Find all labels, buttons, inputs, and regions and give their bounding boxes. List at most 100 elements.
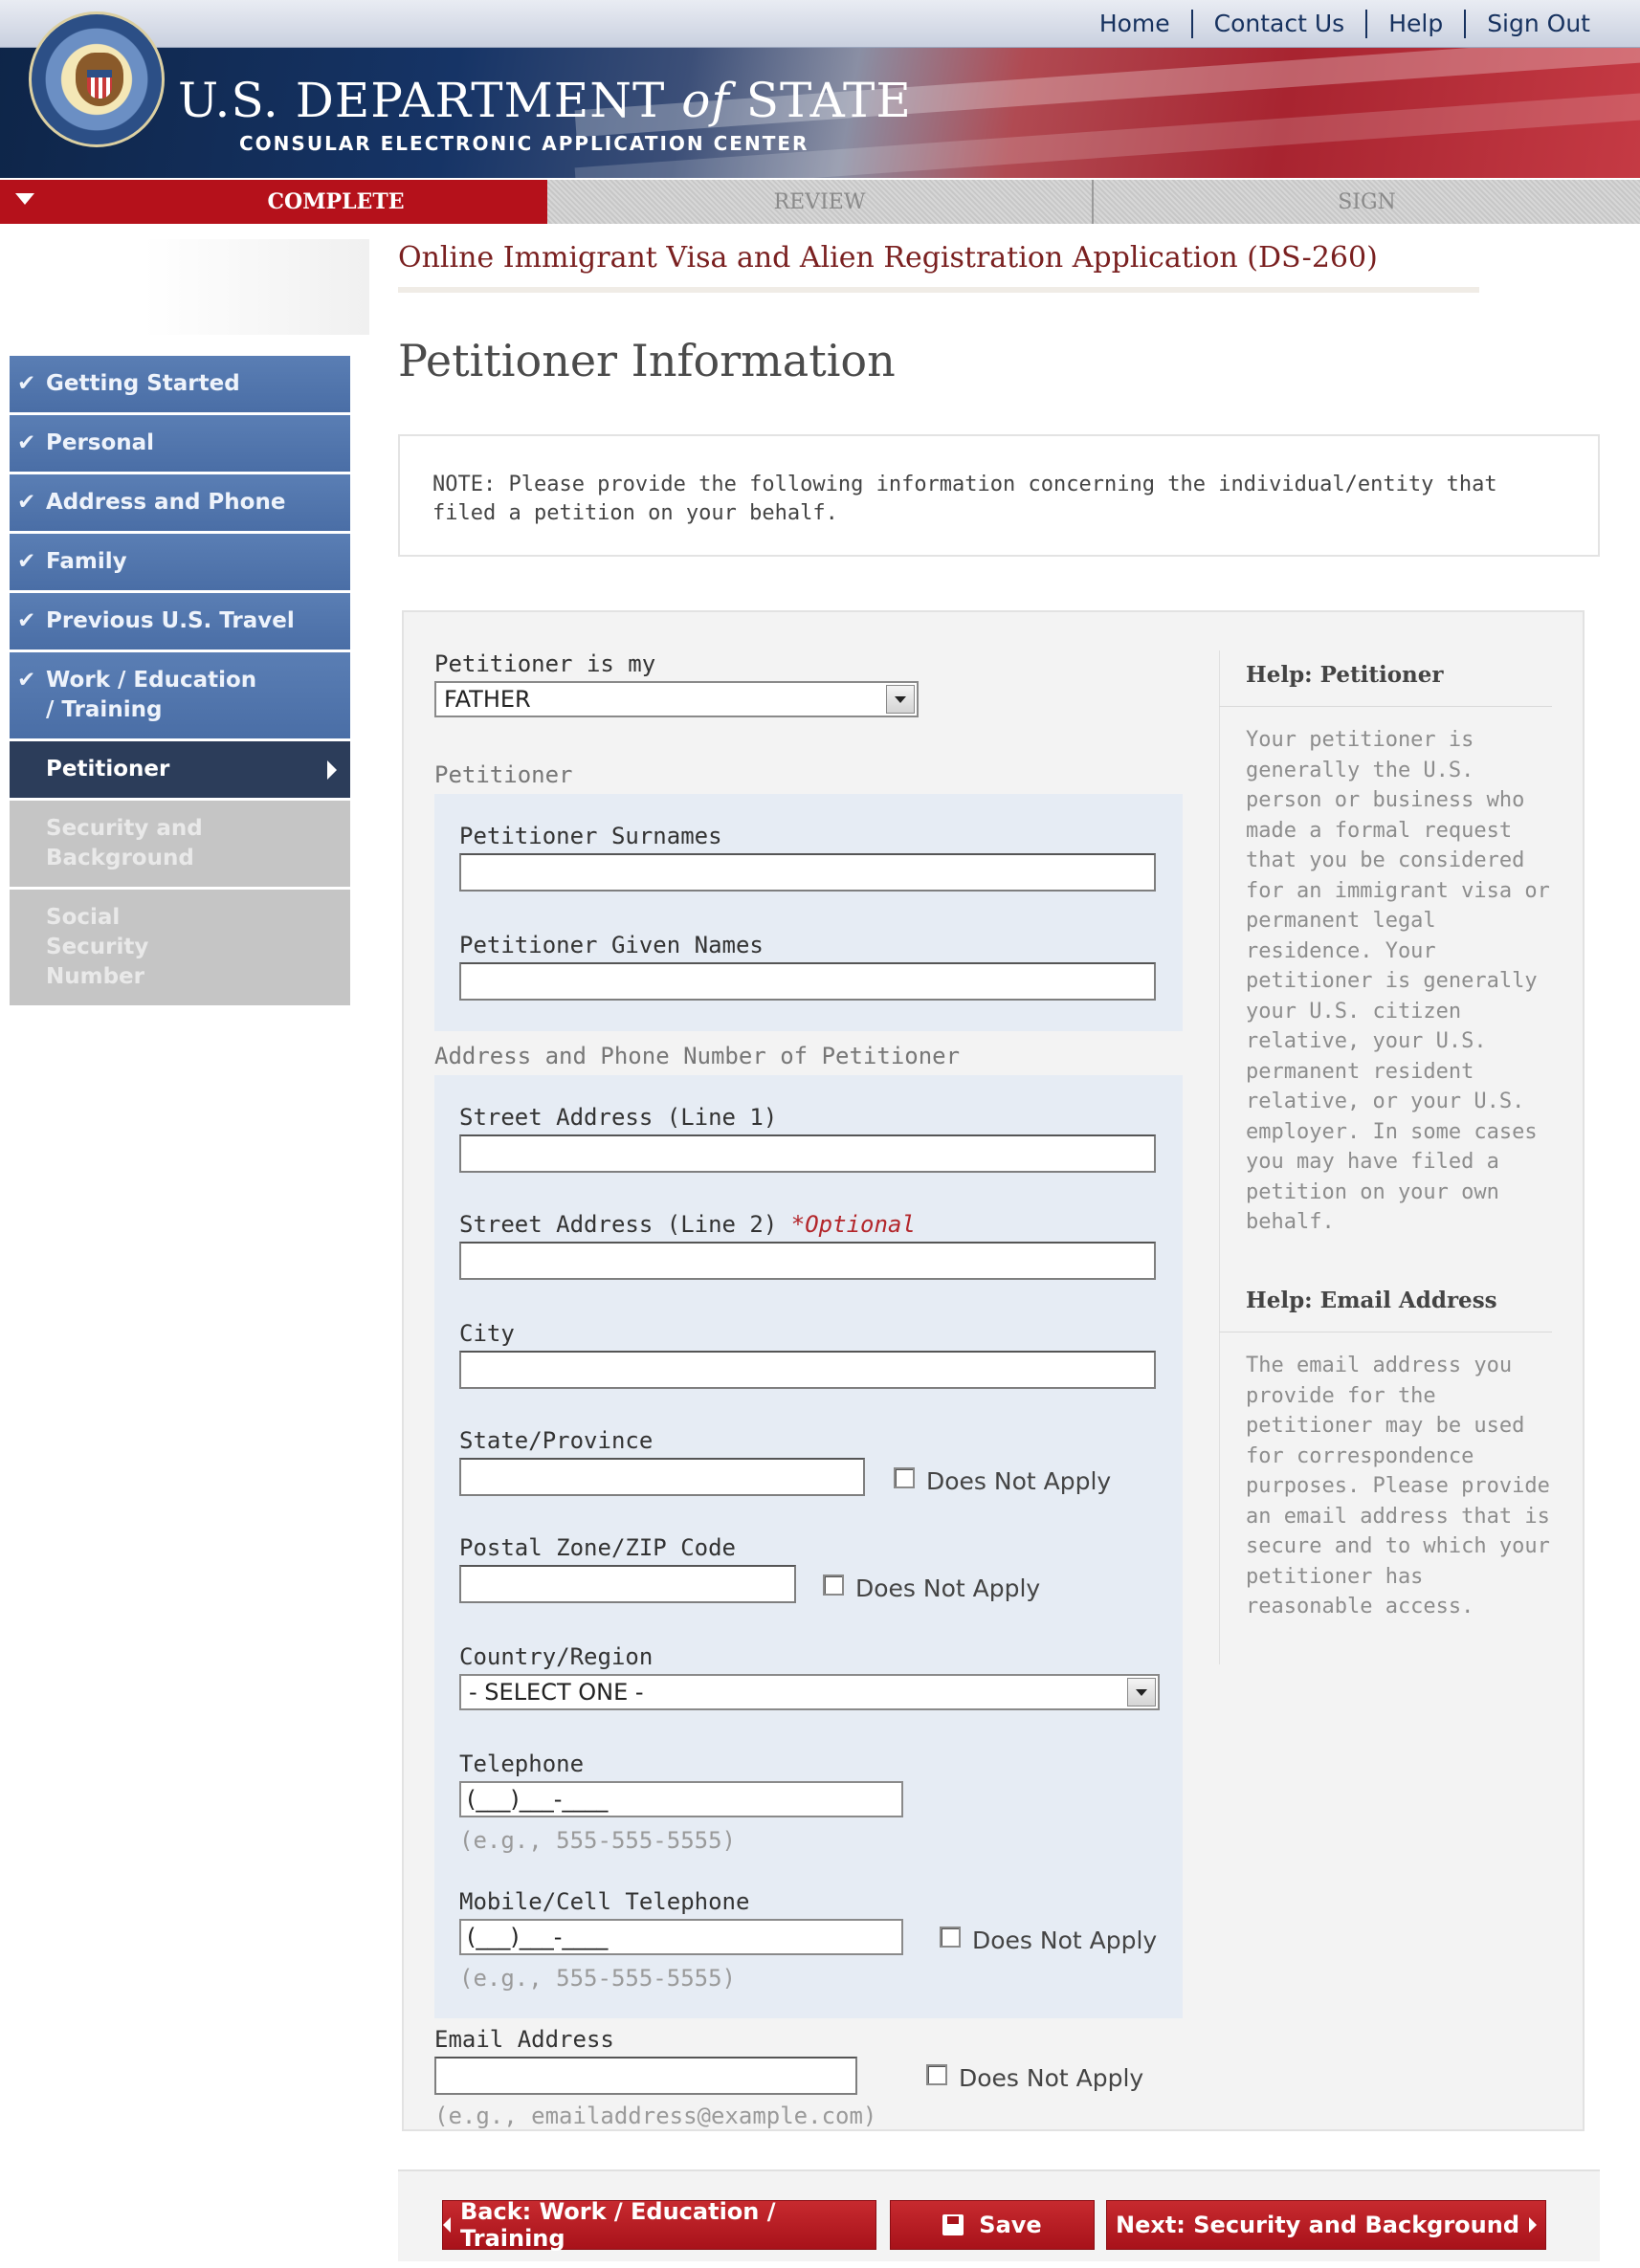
telephone-label: Telephone	[459, 1751, 585, 1777]
dropdown-arrow-icon	[886, 685, 915, 714]
sidebar-item-family[interactable]: ✔ Family	[10, 534, 350, 593]
step-review-label: REVIEW	[773, 189, 866, 214]
step-sign-label: SIGN	[1338, 189, 1396, 214]
check-icon: ✔	[17, 608, 36, 633]
sidebar-item-label: Family	[46, 549, 127, 574]
state-does-not-apply-checkbox[interactable]	[894, 1467, 915, 1488]
back-button[interactable]: Back: Work / Education / Training	[442, 2198, 876, 2252]
street1-input[interactable]	[459, 1134, 1156, 1173]
brand-subtitle: CONSULAR ELECTRONIC APPLICATION CENTER	[239, 132, 809, 155]
street1-label: Street Address (Line 1)	[459, 1104, 778, 1131]
country-select[interactable]: - SELECT ONE -	[459, 1674, 1160, 1710]
sidebar-item-label: Address and Phone	[46, 490, 286, 515]
caret-right-icon	[327, 760, 337, 780]
email-does-not-apply-label: Does Not Apply	[959, 2064, 1144, 2092]
help-divider	[1219, 650, 1220, 1664]
section-petitioner-heading: Petitioner	[434, 761, 573, 788]
surnames-input[interactable]	[459, 853, 1156, 892]
zip-does-not-apply-label: Does Not Apply	[855, 1574, 1041, 1602]
city-input[interactable]	[459, 1351, 1156, 1389]
street2-label: Street Address (Line 2) *Optional	[459, 1211, 916, 1238]
save-button[interactable]: Save	[890, 2200, 1095, 2250]
mobile-label: Mobile/Cell Telephone	[459, 1888, 750, 1915]
caret-right-icon	[1529, 2217, 1538, 2233]
help-petitioner-text: Your petitioner is generally the U.S. pe…	[1246, 728, 1550, 1234]
mobile-input[interactable]: (___)___-____	[459, 1919, 903, 1955]
step-review[interactable]: REVIEW	[547, 180, 1094, 224]
sidebar-item-personal[interactable]: ✔ Personal	[10, 415, 350, 474]
petitioner-relationship-select[interactable]: FATHER	[434, 681, 919, 717]
sign-out-link[interactable]: Sign Out	[1464, 10, 1611, 38]
telephone-input[interactable]: (___)___-____	[459, 1781, 903, 1817]
optional-marker: *Optional	[790, 1211, 916, 1238]
sidebar-item-petitioner[interactable]: Petitioner	[10, 741, 350, 801]
sidebar-item-label: Social Security Number	[46, 905, 149, 989]
check-icon: ✔	[17, 549, 36, 574]
sidebar-item-label: Petitioner	[46, 757, 170, 782]
street2-input[interactable]	[459, 1242, 1156, 1280]
surnames-label: Petitioner Surnames	[459, 823, 722, 849]
step-sign[interactable]: SIGN	[1094, 180, 1640, 224]
check-icon: ✔	[17, 668, 36, 693]
brand-title: U.S. DEPARTMENT of STATE	[178, 73, 912, 128]
telephone-example: (e.g., 555-555-5555)	[459, 1827, 736, 1854]
sidebar-nav: ✔ Getting Started ✔ Personal ✔ Address a…	[10, 356, 350, 1008]
sidebar-item-work-education-training[interactable]: ✔ Work / Education / Training	[10, 652, 350, 741]
help-rule	[1219, 706, 1552, 707]
sidebar-item-getting-started[interactable]: ✔ Getting Started	[10, 356, 350, 415]
mobile-does-not-apply-label: Does Not Apply	[972, 1927, 1158, 1954]
page-title: Petitioner Information	[398, 335, 896, 386]
mobile-does-not-apply-checkbox[interactable]	[940, 1927, 961, 1948]
dropdown-arrow-icon	[1127, 1678, 1156, 1707]
help-email-text: The email address you provide for the pe…	[1246, 1354, 1550, 1618]
contact-us-link[interactable]: Contact Us	[1190, 10, 1366, 38]
zip-label: Postal Zone/ZIP Code	[459, 1534, 736, 1561]
city-label: City	[459, 1320, 515, 1347]
given-names-input[interactable]	[459, 962, 1156, 1001]
help-link[interactable]: Help	[1365, 10, 1464, 38]
caret-down-icon	[15, 193, 34, 205]
caret-left-icon	[443, 2217, 451, 2233]
help-email-title: Help: Email Address	[1246, 1288, 1497, 1313]
floppy-disk-icon	[942, 2214, 964, 2235]
sidebar-item-label: Getting Started	[46, 371, 240, 396]
sidebar-item-social-security-number: Social Security Number	[10, 890, 350, 1008]
petitioner-relationship-label: Petitioner is my	[434, 650, 656, 677]
save-button-label: Save	[979, 2212, 1042, 2238]
sidebar-item-address-and-phone[interactable]: ✔ Address and Phone	[10, 474, 350, 534]
application-title: Online Immigrant Visa and Alien Registra…	[398, 241, 1479, 293]
progress-steps: COMPLETE REVIEW SIGN	[0, 180, 1640, 224]
check-icon: ✔	[17, 371, 36, 396]
sidebar-shade	[144, 239, 369, 335]
shield-icon	[87, 70, 112, 99]
next-button-label: Next: Security and Background	[1115, 2212, 1520, 2238]
department-seal-icon	[29, 11, 165, 147]
sidebar-item-previous-us-travel[interactable]: ✔ Previous U.S. Travel	[10, 593, 350, 652]
email-does-not-apply-checkbox[interactable]	[926, 2064, 947, 2085]
email-label: Email Address	[434, 2026, 614, 2053]
check-icon: ✔	[17, 430, 36, 455]
check-icon: ✔	[17, 490, 36, 515]
home-link[interactable]: Home	[1078, 10, 1191, 38]
email-input[interactable]	[434, 2057, 857, 2095]
sidebar-item-label: Work / Education / Training	[46, 668, 257, 722]
given-names-label: Petitioner Given Names	[459, 932, 764, 958]
zip-does-not-apply-checkbox[interactable]	[823, 1574, 844, 1596]
section-address-heading: Address and Phone Number of Petitioner	[434, 1043, 961, 1069]
sidebar-item-security-and-background: Security and Background	[10, 801, 350, 890]
next-button[interactable]: Next: Security and Background	[1106, 2200, 1546, 2250]
sidebar-item-label: Security and Background	[46, 816, 203, 870]
zip-input[interactable]	[459, 1565, 796, 1603]
help-petitioner-title: Help: Petitioner	[1246, 662, 1444, 688]
country-value: - SELECT ONE -	[469, 1679, 644, 1706]
back-button-label: Back: Work / Education / Training	[460, 2198, 776, 2252]
state-label: State/Province	[459, 1427, 654, 1454]
state-does-not-apply-label: Does Not Apply	[926, 1467, 1112, 1495]
state-input[interactable]	[459, 1458, 865, 1496]
step-complete-label: COMPLETE	[267, 189, 405, 214]
mobile-example: (e.g., 555-555-5555)	[459, 1965, 736, 1992]
step-complete[interactable]: COMPLETE	[0, 180, 547, 224]
top-links: Home Contact Us Help Sign Out	[1078, 10, 1611, 38]
sidebar-item-label: Personal	[46, 430, 155, 455]
petitioner-relationship-value: FATHER	[444, 686, 531, 713]
